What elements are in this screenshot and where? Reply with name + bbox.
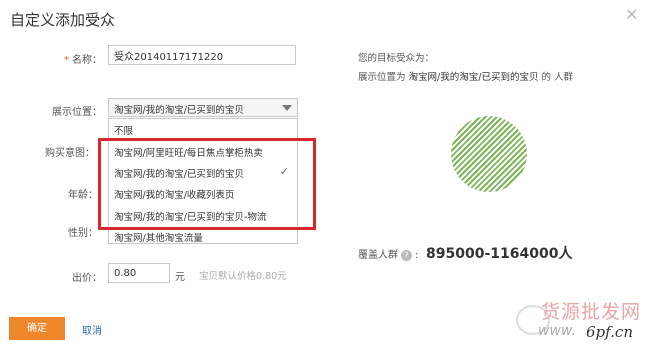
price-label: 出价： [72, 273, 102, 284]
price-input[interactable] [108, 263, 170, 283]
coverage-label: 覆盖人群 [358, 250, 398, 261]
watermark-site: 6pf.cn [586, 323, 633, 341]
dropdown-option-label: 淘宝网/我的淘宝/已买到的宝贝 [114, 169, 244, 180]
dropdown-option-selected[interactable]: 淘宝网/我的淘宝/已买到的宝贝 ✓ [109, 163, 297, 182]
coverage-label-row: 覆盖人群?: [358, 250, 419, 261]
age-label: 年龄： [68, 190, 98, 201]
dropdown-option[interactable]: 淘宝网/我的淘宝/收藏列表页 [109, 184, 297, 203]
watermark-text: 货源批发网 [541, 301, 642, 323]
target-heading: 您的目标受众为： [358, 53, 435, 64]
position-label: 展示位置： [52, 107, 102, 118]
check-icon: ✓ [279, 165, 289, 178]
confirm-button[interactable]: 确定 [9, 317, 65, 340]
name-label-row: * 名称： [22, 51, 102, 66]
chevron-down-icon [282, 105, 292, 111]
required-mark: * [64, 55, 69, 66]
price-unit: 元 [175, 272, 185, 283]
target-prefix: 展示位置为 [358, 72, 406, 83]
dropdown-option[interactable]: 淘宝网/我的淘宝/已买到的宝贝-物流 [109, 206, 297, 225]
name-input[interactable] [108, 45, 296, 65]
position-select[interactable]: 淘宝网/我的淘宝/已买到的宝贝 [108, 98, 298, 117]
help-icon[interactable]: ? [401, 250, 412, 261]
position-select-value: 淘宝网/我的淘宝/已买到的宝贝 [114, 105, 244, 116]
add-audience-dialog: 自定义添加受众 ✕ *名称： 展示位置： 淘宝网/我的淘宝/已买到的宝贝 不限 … [0, 0, 656, 356]
intent-label: 购买意图： [45, 148, 95, 159]
dropdown-option[interactable]: 不限 [109, 120, 297, 139]
target-description: 展示位置为 淘宝网/我的淘宝/已买到的宝贝 的 人群 [358, 69, 573, 83]
dropdown-option[interactable]: 淘宝网/其他淘宝流量 [109, 227, 297, 246]
name-label: 名称： [72, 55, 102, 66]
target-suffix: 的 人群 [541, 72, 574, 83]
gender-label: 性别： [68, 228, 98, 239]
audience-pie-chart [451, 116, 527, 192]
close-icon[interactable]: ✕ [625, 5, 638, 24]
watermark-site-prefix: www. [538, 323, 576, 339]
dropdown-option[interactable]: 淘宝网/阿里旺旺/每日焦点掌柜热卖 [109, 142, 297, 161]
position-dropdown: 不限 淘宝网/阿里旺旺/每日焦点掌柜热卖 淘宝网/我的淘宝/已买到的宝贝 ✓ 淘… [108, 118, 298, 244]
target-value: 淘宝网/我的淘宝/已买到的宝贝 [408, 72, 539, 83]
coverage-value: 895000-1164000人 [426, 246, 573, 262]
cancel-button[interactable]: 取消 [82, 322, 102, 337]
price-hint: 宝贝默认价格0.80元 [199, 271, 287, 282]
dialog-title: 自定义添加受众 [10, 11, 116, 29]
